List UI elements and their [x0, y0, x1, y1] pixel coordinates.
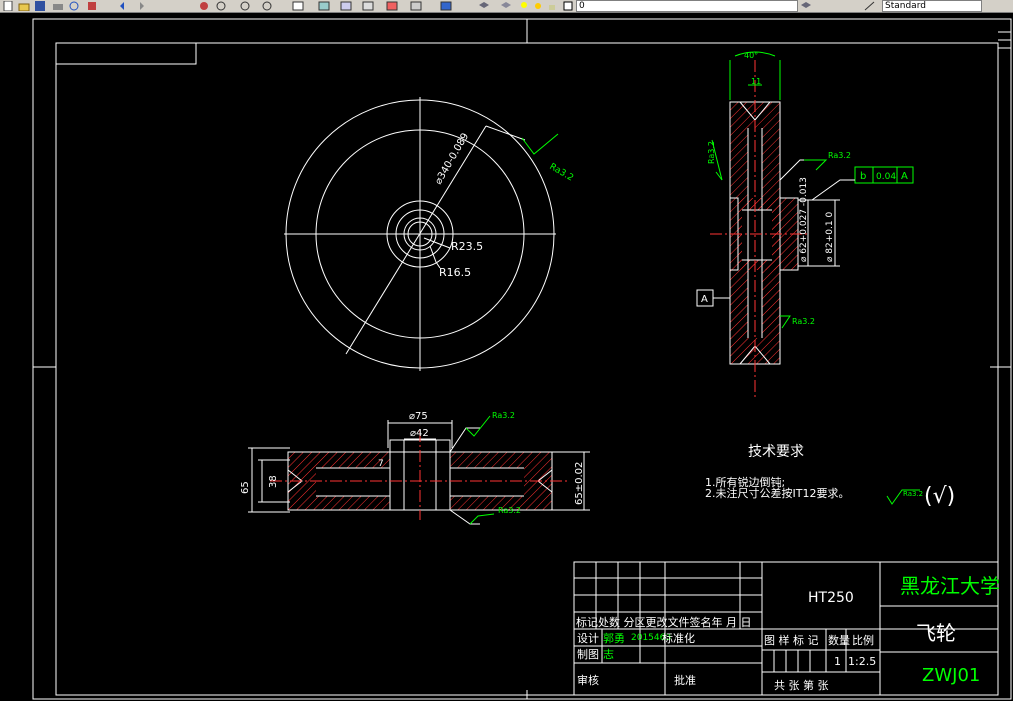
- zoom-realtime-icon[interactable]: [216, 1, 230, 11]
- open-icon[interactable]: [18, 1, 32, 11]
- section-dim-38: 38: [268, 475, 279, 488]
- side-tol-datum: A: [901, 171, 908, 182]
- print-icon[interactable]: [52, 1, 66, 11]
- tb-drawing-no: ZWJ01: [922, 665, 980, 686]
- drawing-frame: [32, 18, 1012, 700]
- tb-material: HT250: [808, 590, 854, 606]
- tb-weight-header: 数量: [828, 634, 850, 647]
- notes-paren: (√): [924, 484, 955, 509]
- layer-dropdown[interactable]: 0: [576, 0, 798, 12]
- tb-draw-label: 制图: [577, 648, 599, 661]
- undo-icon[interactable]: [118, 1, 132, 11]
- roughness-symbol-top: [521, 133, 559, 155]
- notes-line-2: 2.未注尺寸公差按IT12要求。: [705, 486, 849, 500]
- drawing-canvas[interactable]: ⌀340-0.089 R23.5 R16.5 Ra3.2 40° 11 Ra3.…: [0, 13, 1013, 701]
- section-dim-tol: 65±0.02: [574, 462, 585, 505]
- side-tol-value: 0.04: [876, 172, 896, 182]
- tb-design-label: 设计: [577, 632, 599, 645]
- side-dim-hub: ⌀ 82+0.1 0: [825, 212, 835, 262]
- tool-palette-icon[interactable]: [340, 1, 354, 11]
- markup-icon[interactable]: [386, 1, 400, 11]
- properties-icon[interactable]: [292, 1, 306, 11]
- side-groove: 11: [751, 77, 761, 86]
- match-prop-icon[interactable]: [800, 1, 814, 11]
- lock-icon[interactable]: [546, 1, 560, 11]
- top-dim-r2: R16.5: [439, 266, 471, 279]
- tb-weight-value: 1: [834, 655, 841, 668]
- tb-drawer: 志: [603, 648, 614, 661]
- layer-state-icon[interactable]: [500, 1, 514, 11]
- section-dim-42: ⌀42: [410, 428, 429, 439]
- section-dim-7: 7: [378, 459, 384, 469]
- section-dim-65: 65: [240, 481, 251, 494]
- style-value: Standard: [885, 1, 926, 11]
- tb-revision-row: 标记处数 分区更改文件签名年 月 日: [576, 615, 752, 629]
- calc-icon[interactable]: [410, 1, 424, 11]
- tb-university: 黑龙江大学: [900, 574, 1000, 598]
- side-ra-right-top: Ra3.2: [828, 151, 851, 160]
- tb-standardize: 标准化: [662, 631, 695, 645]
- tb-part-name: 飞轮: [916, 621, 956, 645]
- top-roughness-label: Ra3.2: [548, 162, 575, 184]
- bulb-icon[interactable]: [518, 1, 532, 11]
- layer-value: 0: [579, 1, 585, 11]
- new-icon[interactable]: [2, 1, 16, 11]
- style-dropdown[interactable]: Standard: [882, 0, 982, 12]
- design-center-icon[interactable]: [318, 1, 332, 11]
- top-view[interactable]: [284, 97, 556, 371]
- sun-icon[interactable]: [532, 1, 546, 11]
- side-ra-left: Ra3.2: [707, 141, 716, 164]
- section-ra-bottom: Ra3.2: [498, 506, 521, 515]
- side-datum-label: A: [701, 294, 708, 305]
- toolbar: 0 Standard: [0, 0, 1013, 13]
- side-dim-bore: ⌀ 62+0.027 -0.013: [799, 177, 809, 262]
- text-style-icon[interactable]: [864, 1, 878, 11]
- tb-approve-label: 批准: [674, 673, 696, 687]
- help-icon[interactable]: [440, 1, 454, 11]
- tb-stage-header: 图 样 标 记: [764, 633, 819, 647]
- notes-ra-general: Ra3.2: [903, 490, 923, 498]
- section-dim-75: ⌀75: [409, 411, 428, 422]
- tb-scale-value: 1:2.5: [848, 655, 876, 668]
- side-ra-right-bottom: Ra3.2: [792, 317, 815, 326]
- notes-title: 技术要求: [748, 444, 804, 460]
- tb-review-label: 审核: [577, 673, 599, 687]
- zoom-window-icon[interactable]: [240, 1, 254, 11]
- redo-icon[interactable]: [134, 1, 148, 11]
- tb-designer: 郭勇: [603, 632, 625, 645]
- zoom-previous-icon[interactable]: [262, 1, 276, 11]
- side-angle: 40°: [744, 51, 758, 60]
- tb-sheet-row: 共 张 第 张: [774, 678, 829, 692]
- pan-icon[interactable]: [198, 1, 212, 11]
- sheet-set-icon[interactable]: [362, 1, 376, 11]
- save-icon[interactable]: [34, 1, 48, 11]
- side-tol-symbol: b: [860, 171, 866, 182]
- tb-scale-header: 比例: [852, 633, 874, 647]
- color-square-icon[interactable]: [562, 1, 576, 11]
- top-dim-r1: R23.5: [451, 240, 483, 253]
- preview-icon[interactable]: [68, 1, 82, 11]
- side-view[interactable]: [710, 60, 810, 400]
- section-ra-top: Ra3.2: [492, 411, 515, 420]
- layer-manager-icon[interactable]: [478, 1, 492, 11]
- plot-icon[interactable]: [86, 1, 100, 11]
